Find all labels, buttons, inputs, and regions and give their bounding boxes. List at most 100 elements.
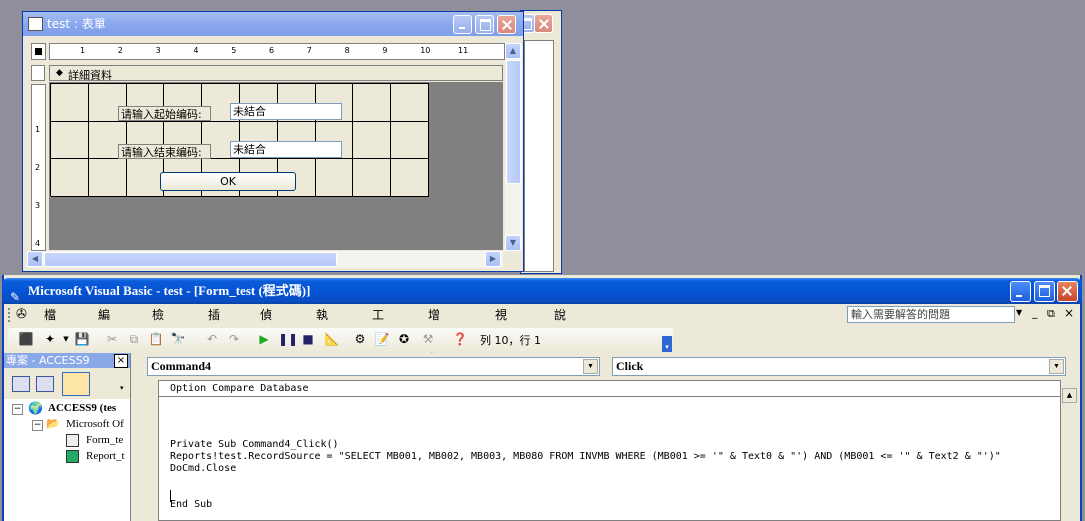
menu-item-7[interactable]: 增益集(A) (428, 304, 446, 388)
tree-item-form[interactable]: Form_te (86, 434, 123, 446)
code-line[interactable]: Private Sub Command4_Click() (170, 439, 1001, 451)
vbe-maximize-icon[interactable] (1034, 281, 1055, 302)
design-canvas: 请输入起始编码: 未結合 请输入结束编码: 未結合 OK (49, 82, 503, 250)
toggle-folders-icon[interactable] (62, 372, 90, 396)
ok-button[interactable]: OK (160, 172, 296, 191)
section-label: 詳細資料 (68, 69, 112, 82)
tree-collapse-icon-2[interactable]: − (32, 420, 43, 431)
code-line[interactable]: Reports!test.RecordSource = "SELECT MB00… (170, 451, 1001, 463)
menu-item-0[interactable]: 檔案(F) (44, 304, 60, 366)
form-window-titlebar[interactable]: test : 表單 (23, 12, 523, 36)
code-line[interactable] (170, 475, 1001, 487)
scroll-left-icon[interactable]: ◀ (27, 251, 43, 267)
menu-item-2[interactable]: 檢視(V) (152, 304, 170, 366)
menu-item-5[interactable]: 執行(R) (316, 304, 334, 366)
menu-item-1[interactable]: 編輯(E) (98, 304, 115, 366)
insert-module-icon[interactable]: ✦ (42, 331, 58, 347)
design-mode-icon[interactable]: 📐 (324, 331, 340, 347)
toolbox-icon[interactable]: ⚒ (420, 331, 436, 347)
procedure-combo[interactable]: Click ▼ (612, 357, 1066, 376)
help-icon[interactable]: ❓ (452, 331, 468, 347)
paste-icon[interactable]: 📋 (148, 331, 164, 347)
code-line[interactable] (170, 415, 1001, 427)
grid-cell (315, 159, 354, 197)
vbe-close-icon[interactable] (1057, 281, 1078, 302)
start-code-label[interactable]: 请输入起始编码: (118, 106, 211, 121)
form-vertical-scrollbar[interactable]: ▲ ▼ (505, 43, 522, 251)
pane-dropdown-icon[interactable]: ▾ (120, 384, 124, 392)
project-icon: 🌍 (28, 401, 43, 415)
code-line[interactable] (170, 487, 1001, 499)
child-close-icon[interactable]: × (1064, 306, 1074, 320)
object-combo-arrow-icon[interactable]: ▼ (583, 359, 598, 374)
end-code-label[interactable]: 请输入结束编码: (118, 144, 211, 159)
help-dropdown-icon[interactable]: ▼ (1016, 308, 1022, 317)
object-browser-icon[interactable]: ✪ (396, 331, 412, 347)
scroll-thumb[interactable] (506, 60, 521, 184)
toolbar-options-icon[interactable]: ▾ (662, 336, 672, 352)
scroll-up-icon[interactable]: ▲ (505, 43, 521, 59)
report-module-icon (66, 450, 79, 463)
reset-icon[interactable]: ■ (300, 331, 316, 347)
menu-item-6[interactable]: 工具(T) (372, 304, 389, 366)
vbe-titlebar[interactable]: ✎ Microsoft Visual Basic - test - [Form_… (2, 278, 1082, 304)
form-horizontal-scrollbar[interactable]: ◀ ▶ (27, 251, 503, 268)
project-pane-close-icon[interactable]: × (114, 354, 128, 368)
child-restore-icon[interactable]: ⧉ (1047, 307, 1055, 321)
form-minimize-icon[interactable] (453, 15, 472, 34)
menu-item-9[interactable]: 說明(H) (554, 304, 572, 366)
redo-icon[interactable]: ↷ (226, 331, 242, 347)
help-search-input[interactable]: 輸入需要解答的問題 (847, 306, 1015, 323)
object-combo[interactable]: Command4 ▼ (147, 357, 600, 376)
code-scroll-up-icon[interactable]: ▲ (1062, 388, 1077, 403)
tree-item-report[interactable]: Report_t (86, 450, 125, 462)
tree-collapse-icon[interactable]: − (12, 404, 23, 415)
code-line[interactable] (170, 427, 1001, 439)
view-object-icon[interactable] (36, 376, 54, 392)
grid-cell (51, 121, 89, 160)
vruler-mark: 2 (35, 163, 41, 172)
detail-section-header[interactable]: ◆ 詳細資料 (49, 65, 503, 82)
grid-cell (391, 159, 429, 197)
child-minimize-icon[interactable]: _ (1032, 306, 1038, 319)
ruler-corner[interactable] (31, 43, 46, 60)
copy-icon[interactable]: ⧉ (126, 331, 142, 347)
view-code-icon[interactable] (12, 376, 30, 392)
cut-icon[interactable]: ✂ (104, 331, 120, 347)
code-line[interactable]: End Sub (170, 499, 1001, 511)
code-line[interactable]: Option Compare Database (170, 383, 1001, 395)
vbe-minimize-icon[interactable] (1010, 281, 1031, 302)
margin-indicator-bar[interactable] (147, 380, 159, 521)
code-line[interactable]: DoCmd.Close (170, 463, 1001, 475)
form-close-icon[interactable] (497, 15, 516, 34)
end-code-textbox[interactable]: 未結合 (230, 141, 342, 158)
section-selector[interactable] (31, 65, 45, 81)
grid-cell (353, 159, 392, 197)
menu-item-3[interactable]: 插入(I) (208, 304, 221, 366)
project-explorer-icon[interactable]: ⚙ (352, 331, 368, 347)
start-code-textbox[interactable]: 未結合 (230, 103, 342, 120)
scroll-down-icon[interactable]: ▼ (505, 235, 521, 251)
menu-item-4[interactable]: 偵錯(D) (260, 304, 279, 366)
save-icon[interactable]: 💾 (74, 331, 90, 347)
undo-icon[interactable]: ↶ (204, 331, 220, 347)
menu-item-8[interactable]: 視窗(W) (495, 304, 516, 366)
scroll-right-icon[interactable]: ▶ (485, 251, 501, 267)
properties-icon[interactable]: 📝 (374, 331, 390, 347)
procedure-combo-arrow-icon[interactable]: ▼ (1049, 359, 1064, 374)
dropdown-arrow-icon[interactable]: ▼ (58, 331, 74, 347)
view-access-icon[interactable]: ⬛ (18, 331, 34, 347)
ruler-mark: 2 (117, 46, 123, 55)
form-maximize-icon[interactable] (475, 15, 494, 34)
vba-doc-icon[interactable]: ✇ (16, 307, 27, 322)
find-icon[interactable]: 🔭 (170, 331, 186, 347)
hscroll-thumb[interactable] (44, 252, 337, 267)
background-window-close-icon[interactable] (534, 14, 553, 33)
tree-item-project[interactable]: ACCESS9 (tes (48, 402, 116, 414)
break-icon[interactable]: ❚❚ (278, 331, 298, 347)
tree-item-objects[interactable]: Microsoft Of (66, 418, 124, 430)
run-icon[interactable]: ▶ (256, 331, 272, 347)
code-vertical-scrollbar[interactable]: ▲ (1061, 380, 1078, 521)
vertical-ruler: 1 2 3 4 (31, 84, 46, 251)
code-editor[interactable]: Option Compare Database Private Sub Comma… (158, 380, 1062, 521)
